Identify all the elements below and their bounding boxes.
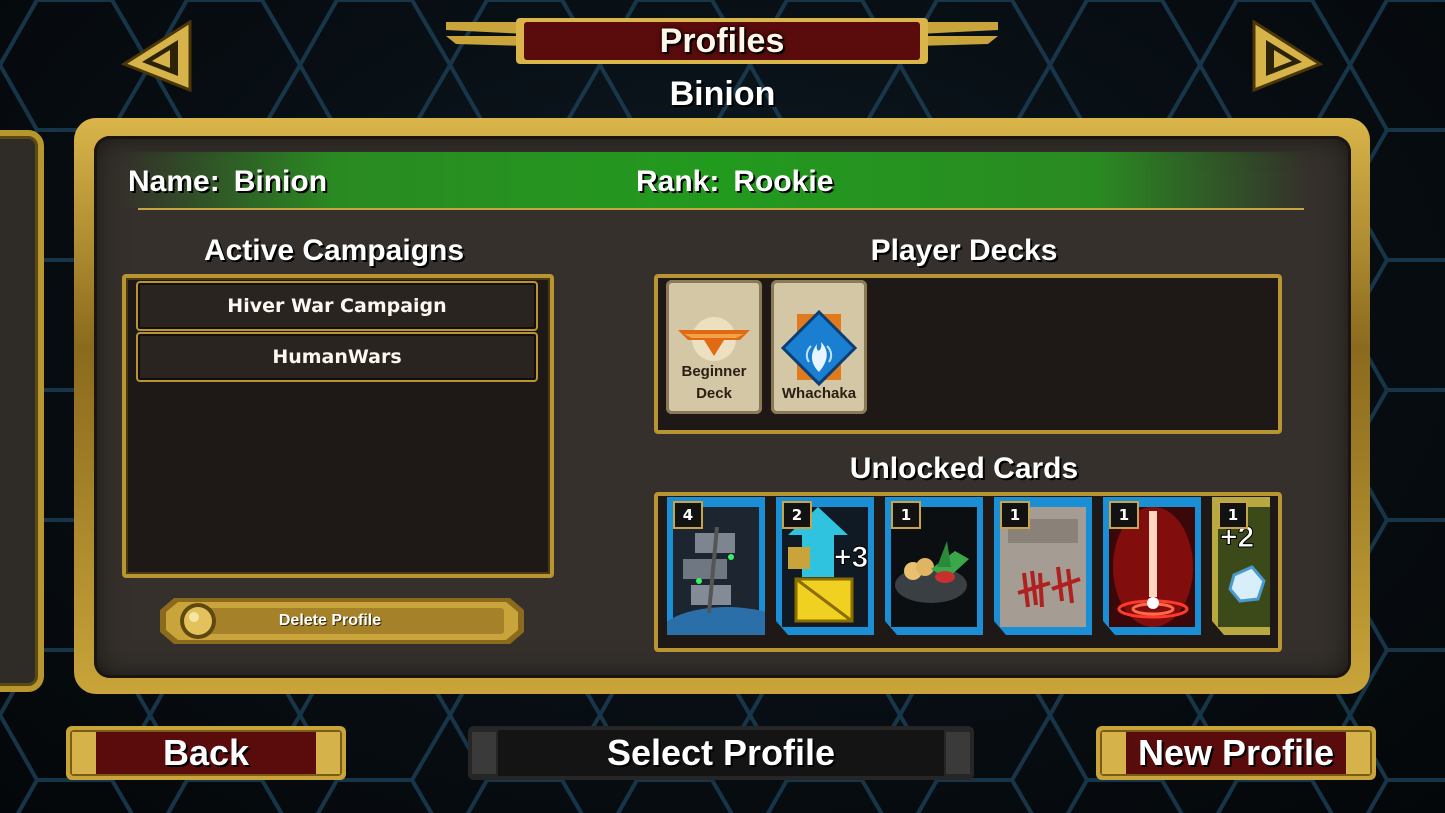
current-profile-name: Binion <box>669 74 776 113</box>
name-field: Name: Binion <box>128 158 327 206</box>
unlocked-cards-heading: Unlocked Cards <box>849 452 1079 485</box>
new-profile-label: New Profile <box>1137 732 1335 773</box>
deck-card-beginner[interactable]: Beginner Deck <box>666 280 762 414</box>
unlocked-card[interactable]: +3 2 <box>776 497 874 635</box>
deck-name-line2: Deck <box>696 385 732 402</box>
deck-name-line1: Whachaka <box>781 385 857 402</box>
name-label: Name: <box>128 165 220 198</box>
deck-card-whachaka[interactable]: Whachaka <box>771 280 867 414</box>
unlocked-card[interactable]: 4 <box>657 497 797 667</box>
rank-label: Rank: <box>636 165 720 198</box>
card-count: 1 <box>891 501 921 529</box>
select-profile-label: Select Profile <box>606 732 836 773</box>
rank-value: Rookie <box>733 165 834 198</box>
unlocked-card[interactable]: 1 <box>994 497 1092 635</box>
card-overlay-value: +3 <box>834 541 868 574</box>
player-decks-heading: Player Decks <box>870 234 1058 267</box>
rank-field: Rank: Rookie <box>636 158 833 206</box>
campaign-item[interactable]: HumanWars <box>136 332 538 382</box>
unlocked-card[interactable]: 1 <box>885 497 983 635</box>
triangle-left-icon <box>120 19 192 93</box>
back-label: Back <box>162 732 250 773</box>
unlocked-card[interactable]: +2 1 <box>1212 497 1270 635</box>
previous-profile-panel-edge <box>0 130 44 692</box>
name-value: Binion <box>233 165 328 198</box>
card-count: 2 <box>782 501 812 529</box>
card-count: 1 <box>1109 501 1139 529</box>
card-count: 1 <box>1218 501 1248 529</box>
divider <box>138 208 1304 210</box>
card-count: 4 <box>673 501 703 529</box>
deck-name-line1: Beginner <box>681 363 747 380</box>
previous-profile-button[interactable] <box>120 19 192 93</box>
campaign-item[interactable]: Hiver War Campaign <box>136 281 538 331</box>
next-profile-button[interactable] <box>1252 19 1324 93</box>
blue-flame-icon <box>780 309 858 386</box>
card-count: 1 <box>1000 501 1030 529</box>
page-title: Profiles <box>659 21 785 60</box>
delete-profile-label: Delete Profile <box>278 612 382 629</box>
active-campaigns-heading: Active Campaigns <box>203 234 465 267</box>
triangle-right-icon <box>1252 19 1324 93</box>
winged-emblem-icon <box>678 317 750 361</box>
unlocked-card[interactable]: 1 <box>1103 497 1201 635</box>
